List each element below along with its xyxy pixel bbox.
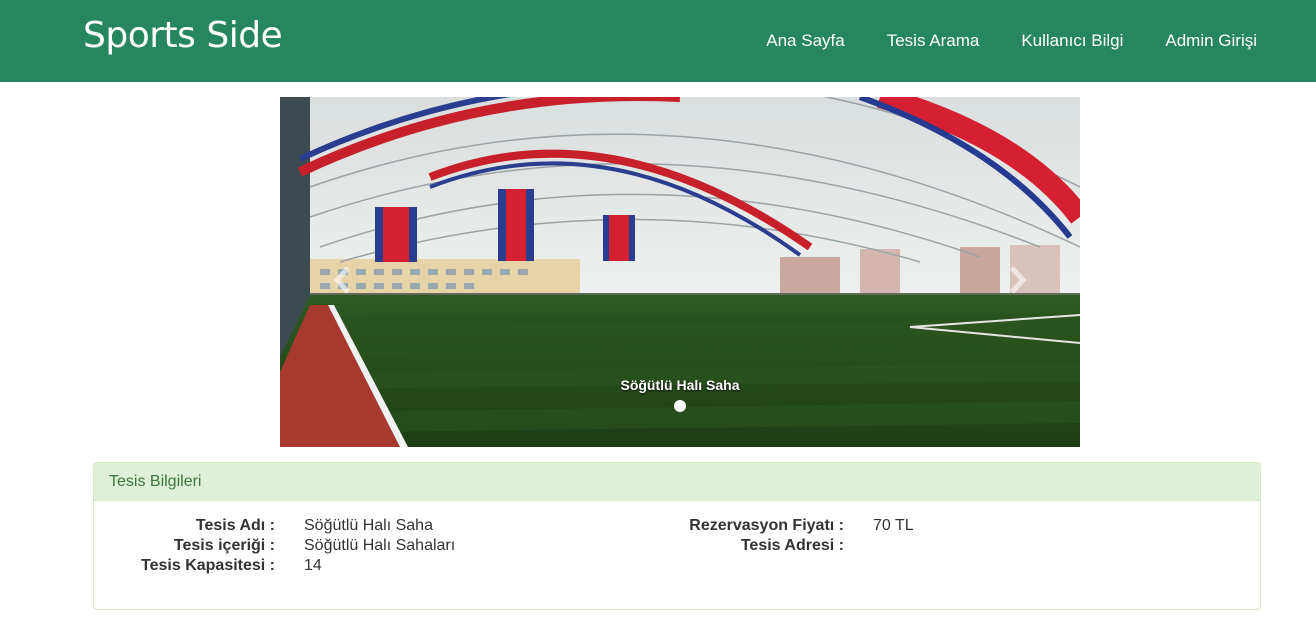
- chevron-left-icon: [333, 266, 350, 294]
- navbar: Sports Side Ana Sayfa Tesis Arama Kullan…: [0, 0, 1316, 82]
- panel-title: Tesis Bilgileri: [109, 473, 202, 490]
- label-rezervasyon-fiyati: Rezervasyon Fiyatı :: [689, 517, 844, 534]
- chevron-right-icon: [1010, 266, 1027, 294]
- label-tesis-icerigi: Tesis içeriği :: [173, 537, 275, 554]
- nav-link-admin-girisi[interactable]: Admin Girişi: [1165, 30, 1257, 52]
- value-tesis-adi: Söğütlü Halı Saha: [304, 517, 433, 534]
- nav-link-ana-sayfa[interactable]: Ana Sayfa: [766, 30, 844, 52]
- nav-link-kullanici-bilgi[interactable]: Kullanıcı Bilgi: [1021, 30, 1123, 52]
- label-tesis-adresi: Tesis Adresi :: [740, 537, 844, 554]
- image-carousel: Söğütlü Halı Saha: [280, 97, 1080, 447]
- value-rezervasyon-fiyati: 70 TL: [873, 517, 914, 534]
- nav-menu: Ana Sayfa Tesis Arama Kullanıcı Bilgi Ad…: [724, 30, 1257, 52]
- brand-logo[interactable]: Sports Side: [83, 12, 283, 60]
- carousel-prev-button[interactable]: [280, 97, 400, 447]
- panel-heading: Tesis Bilgileri: [94, 463, 1260, 501]
- facility-info-panel: Tesis Bilgileri Tesis Adı : Söğütlü Halı…: [93, 462, 1261, 610]
- carousel-next-button[interactable]: [960, 97, 1080, 447]
- label-tesis-adi: Tesis Adı :: [195, 517, 275, 534]
- nav-link-tesis-arama[interactable]: Tesis Arama: [887, 30, 980, 52]
- carousel-indicators: [280, 400, 1080, 412]
- value-tesis-icerigi: Söğütlü Halı Sahaları: [304, 537, 456, 554]
- carousel-caption: Söğütlü Halı Saha: [620, 377, 740, 393]
- value-tesis-kapasitesi: 14: [304, 557, 322, 574]
- label-tesis-kapasitesi: Tesis Kapasitesi :: [141, 557, 275, 574]
- carousel-indicator-active[interactable]: [674, 400, 686, 412]
